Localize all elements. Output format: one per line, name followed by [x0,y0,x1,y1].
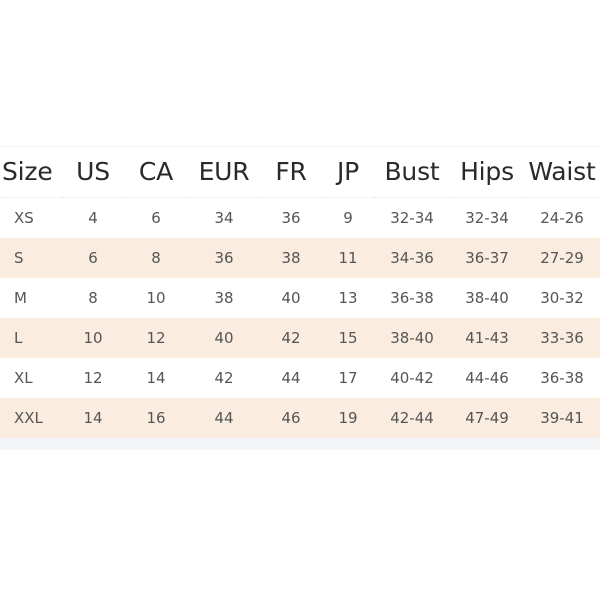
size-chart-table: Size US CA EUR FR JP Bust Hips Waist XS … [0,146,600,438]
cell-us: 8 [62,278,124,318]
table-row: XS 4 6 34 36 9 32-34 32-34 24-26 [0,197,600,238]
cell-jp: 11 [322,238,374,278]
cell-size: L [0,318,62,358]
cell-eur: 34 [188,197,260,238]
table-row: M 8 10 38 40 13 36-38 38-40 30-32 [0,278,600,318]
cell-bust: 32-34 [374,197,450,238]
cell-ca: 6 [124,197,188,238]
cell-fr: 40 [260,278,322,318]
column-header-waist: Waist [524,146,600,198]
cell-us: 10 [62,318,124,358]
header-row: Size US CA EUR FR JP Bust Hips Waist [0,146,600,198]
column-header-fr: FR [260,146,322,198]
cell-bust: 38-40 [374,318,450,358]
cell-waist: 30-32 [524,278,600,318]
cell-us: 4 [62,197,124,238]
column-header-ca: CA [124,146,188,198]
column-header-hips: Hips [450,146,524,198]
cell-eur: 44 [188,398,260,438]
column-header-bust: Bust [374,146,450,198]
cell-hips: 32-34 [450,197,524,238]
cell-hips: 38-40 [450,278,524,318]
size-chart-container: Size US CA EUR FR JP Bust Hips Waist XS … [0,146,600,450]
cell-eur: 40 [188,318,260,358]
cell-size: XXL [0,398,62,438]
cell-bust: 34-36 [374,238,450,278]
cell-ca: 8 [124,238,188,278]
cell-waist: 39-41 [524,398,600,438]
cell-ca: 12 [124,318,188,358]
cell-eur: 42 [188,358,260,398]
cell-size: S [0,238,62,278]
cell-ca: 10 [124,278,188,318]
cell-fr: 44 [260,358,322,398]
cell-us: 6 [62,238,124,278]
cell-eur: 38 [188,278,260,318]
cell-ca: 16 [124,398,188,438]
cell-jp: 9 [322,197,374,238]
cell-jp: 17 [322,358,374,398]
cell-waist: 24-26 [524,197,600,238]
cell-fr: 38 [260,238,322,278]
table-body: XS 4 6 34 36 9 32-34 32-34 24-26 S 6 8 3… [0,197,600,438]
cell-bust: 36-38 [374,278,450,318]
cell-bust: 40-42 [374,358,450,398]
cell-jp: 13 [322,278,374,318]
cell-waist: 36-38 [524,358,600,398]
cell-ca: 14 [124,358,188,398]
column-header-size: Size [0,146,62,198]
cell-size: M [0,278,62,318]
table-row: L 10 12 40 42 15 38-40 41-43 33-36 [0,318,600,358]
table-row: S 6 8 36 38 11 34-36 36-37 27-29 [0,238,600,278]
cell-jp: 19 [322,398,374,438]
cell-hips: 47-49 [450,398,524,438]
cell-hips: 41-43 [450,318,524,358]
cell-us: 14 [62,398,124,438]
cell-size: XL [0,358,62,398]
cell-waist: 27-29 [524,238,600,278]
column-header-us: US [62,146,124,198]
cell-hips: 36-37 [450,238,524,278]
cell-hips: 44-46 [450,358,524,398]
cell-bust: 42-44 [374,398,450,438]
cell-waist: 33-36 [524,318,600,358]
table-row: XL 12 14 42 44 17 40-42 44-46 36-38 [0,358,600,398]
table-row: XXL 14 16 44 46 19 42-44 47-49 39-41 [0,398,600,438]
cell-fr: 46 [260,398,322,438]
cell-us: 12 [62,358,124,398]
cell-eur: 36 [188,238,260,278]
cell-fr: 36 [260,197,322,238]
column-header-eur: EUR [188,146,260,198]
table-footer-strip [0,438,600,450]
cell-size: XS [0,197,62,238]
column-header-jp: JP [322,146,374,198]
cell-jp: 15 [322,318,374,358]
table-header: Size US CA EUR FR JP Bust Hips Waist [0,146,600,198]
cell-fr: 42 [260,318,322,358]
